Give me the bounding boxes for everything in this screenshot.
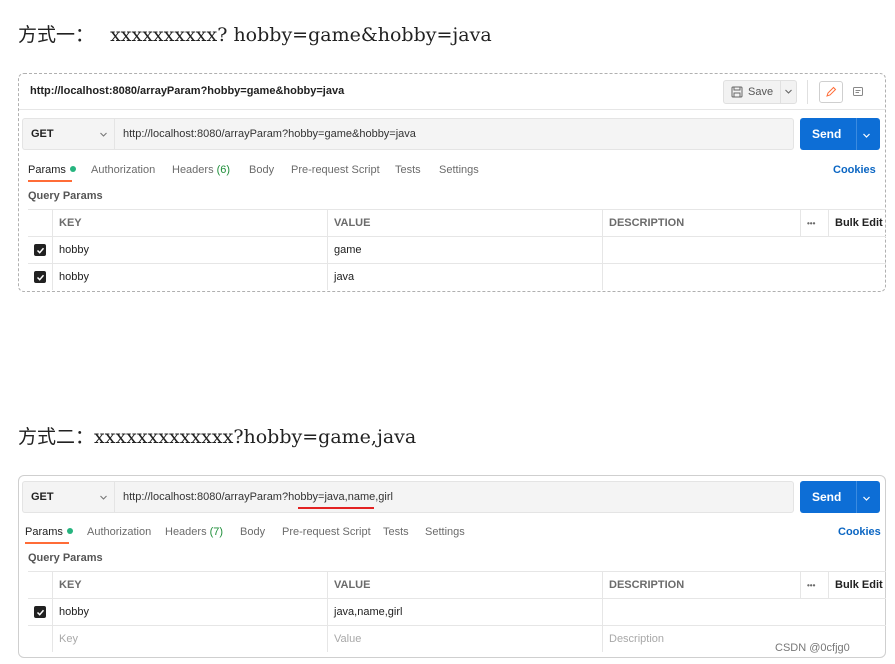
tab-headers[interactable]: Headers (6) — [172, 164, 230, 176]
request-title[interactable]: http://localhost:8080/arrayParam?hobby=g… — [30, 85, 344, 97]
postman-request-panel-1: http://localhost:8080/arrayParam?hobby=g… — [18, 73, 886, 292]
tab-body[interactable]: Body — [240, 526, 265, 538]
column-key: KEY — [52, 210, 327, 236]
save-icon — [731, 86, 743, 98]
method-label: GET — [31, 128, 54, 140]
send-button[interactable]: Send — [800, 118, 880, 150]
tab-settings[interactable]: Settings — [439, 164, 479, 176]
title-separator — [19, 109, 885, 110]
save-label: Save — [748, 86, 774, 98]
tab-authorization[interactable]: Authorization — [91, 164, 155, 176]
chevron-down-icon — [99, 130, 108, 142]
column-key: KEY — [52, 572, 327, 598]
method-select[interactable]: GET — [22, 481, 114, 513]
column-value: VALUE — [327, 572, 602, 598]
query-params-label: Query Params — [28, 190, 103, 202]
params-active-dot — [66, 528, 73, 535]
tab-body[interactable]: Body — [249, 164, 274, 176]
section1-heading-prefix: 方式一： — [18, 24, 95, 46]
divider — [807, 80, 808, 104]
section2-heading-text: xxxxxxxxxxxxx?hobby=game,java — [94, 426, 417, 448]
more-options-icon[interactable]: ••• — [800, 572, 828, 598]
column-description: DESCRIPTION — [602, 210, 800, 236]
column-description: DESCRIPTION — [602, 572, 800, 598]
comment-icon — [852, 86, 864, 98]
active-tab-underline — [28, 180, 72, 182]
params-table: KEY VALUE DESCRIPTION ••• Bulk Edit hobb… — [28, 571, 886, 653]
table-row: hobby game — [28, 237, 886, 264]
tab-params[interactable]: Params — [28, 164, 76, 176]
table-row-empty: Key Value Description — [28, 626, 886, 652]
param-key[interactable]: hobby — [52, 237, 327, 263]
table-header-row: KEY VALUE DESCRIPTION ••• Bulk Edit — [28, 572, 886, 599]
edit-documentation-button[interactable] — [819, 81, 843, 103]
url-input[interactable]: http://localhost:8080/arrayParam?hobby=j… — [114, 481, 794, 513]
table-row: hobby java — [28, 264, 886, 290]
section2-heading: 方式二：xxxxxxxxxxxxx?hobby=game,java — [18, 422, 416, 449]
method-select[interactable]: GET — [22, 118, 114, 150]
section2-heading-prefix: 方式二： — [18, 426, 95, 448]
tab-headers-label: Headers — [165, 526, 207, 538]
param-key[interactable]: hobby — [52, 599, 327, 625]
tab-pre-request-script[interactable]: Pre-request Script — [282, 526, 371, 538]
param-value[interactable]: java — [327, 264, 602, 290]
param-key[interactable]: hobby — [52, 264, 327, 290]
cookies-link[interactable]: Cookies — [838, 526, 881, 538]
url-highlight-underline — [298, 507, 374, 509]
value-placeholder-input[interactable]: Value — [327, 626, 602, 652]
param-description[interactable] — [602, 264, 886, 290]
send-label: Send — [812, 490, 842, 504]
cookies-link[interactable]: Cookies — [833, 164, 876, 176]
checkbox-checked-icon[interactable] — [34, 606, 46, 618]
bulk-edit-button[interactable]: Bulk Edit — [828, 210, 886, 236]
tab-params[interactable]: Params — [25, 526, 73, 538]
section1-heading-text: xxxxxxxxxx? hobby=game&hobby=java — [110, 24, 492, 46]
param-value[interactable]: game — [327, 237, 602, 263]
chevron-down-icon — [784, 87, 793, 99]
params-table: KEY VALUE DESCRIPTION ••• Bulk Edit hobb… — [28, 209, 886, 291]
chevron-down-icon — [862, 492, 871, 506]
section1-heading: 方式一： xxxxxxxxxx? hobby=game&hobby=java — [18, 20, 492, 47]
method-label: GET — [31, 491, 54, 503]
chevron-down-icon — [99, 493, 108, 505]
param-description[interactable] — [602, 599, 886, 625]
tab-params-label: Params — [25, 526, 63, 538]
column-value: VALUE — [327, 210, 602, 236]
table-row: hobby java,name,girl — [28, 599, 886, 626]
watermark: CSDN @0cfjg0 — [775, 642, 850, 654]
more-options-icon[interactable]: ••• — [800, 210, 828, 236]
pencil-icon — [825, 86, 837, 98]
key-placeholder-input[interactable]: Key — [52, 626, 327, 652]
checkbox-checked-icon[interactable] — [34, 271, 46, 283]
comments-button[interactable] — [846, 81, 870, 103]
tab-params-label: Params — [28, 164, 66, 176]
tab-headers-label: Headers — [172, 164, 214, 176]
postman-request-panel-2: GET http://localhost:8080/arrayParam?hob… — [18, 475, 886, 658]
tab-settings[interactable]: Settings — [425, 526, 465, 538]
url-input[interactable]: http://localhost:8080/arrayParam?hobby=g… — [114, 118, 794, 150]
query-params-label: Query Params — [28, 552, 103, 564]
tab-authorization[interactable]: Authorization — [87, 526, 151, 538]
param-value[interactable]: java,name,girl — [327, 599, 602, 625]
checkbox-checked-icon[interactable] — [34, 244, 46, 256]
send-label: Send — [812, 127, 842, 141]
headers-count: (7) — [209, 526, 224, 538]
param-description[interactable] — [602, 237, 886, 263]
active-tab-underline — [25, 542, 69, 544]
tab-tests[interactable]: Tests — [395, 164, 421, 176]
tab-headers[interactable]: Headers (7) — [165, 526, 223, 538]
headers-count: (6) — [216, 164, 231, 176]
table-header-row: KEY VALUE DESCRIPTION ••• Bulk Edit — [28, 210, 886, 237]
send-button[interactable]: Send — [800, 481, 880, 513]
chevron-down-icon — [862, 129, 871, 143]
tab-pre-request-script[interactable]: Pre-request Script — [291, 164, 380, 176]
save-button[interactable]: Save — [723, 80, 797, 104]
tab-tests[interactable]: Tests — [383, 526, 409, 538]
params-active-dot — [69, 166, 76, 173]
bulk-edit-button[interactable]: Bulk Edit — [828, 572, 886, 598]
